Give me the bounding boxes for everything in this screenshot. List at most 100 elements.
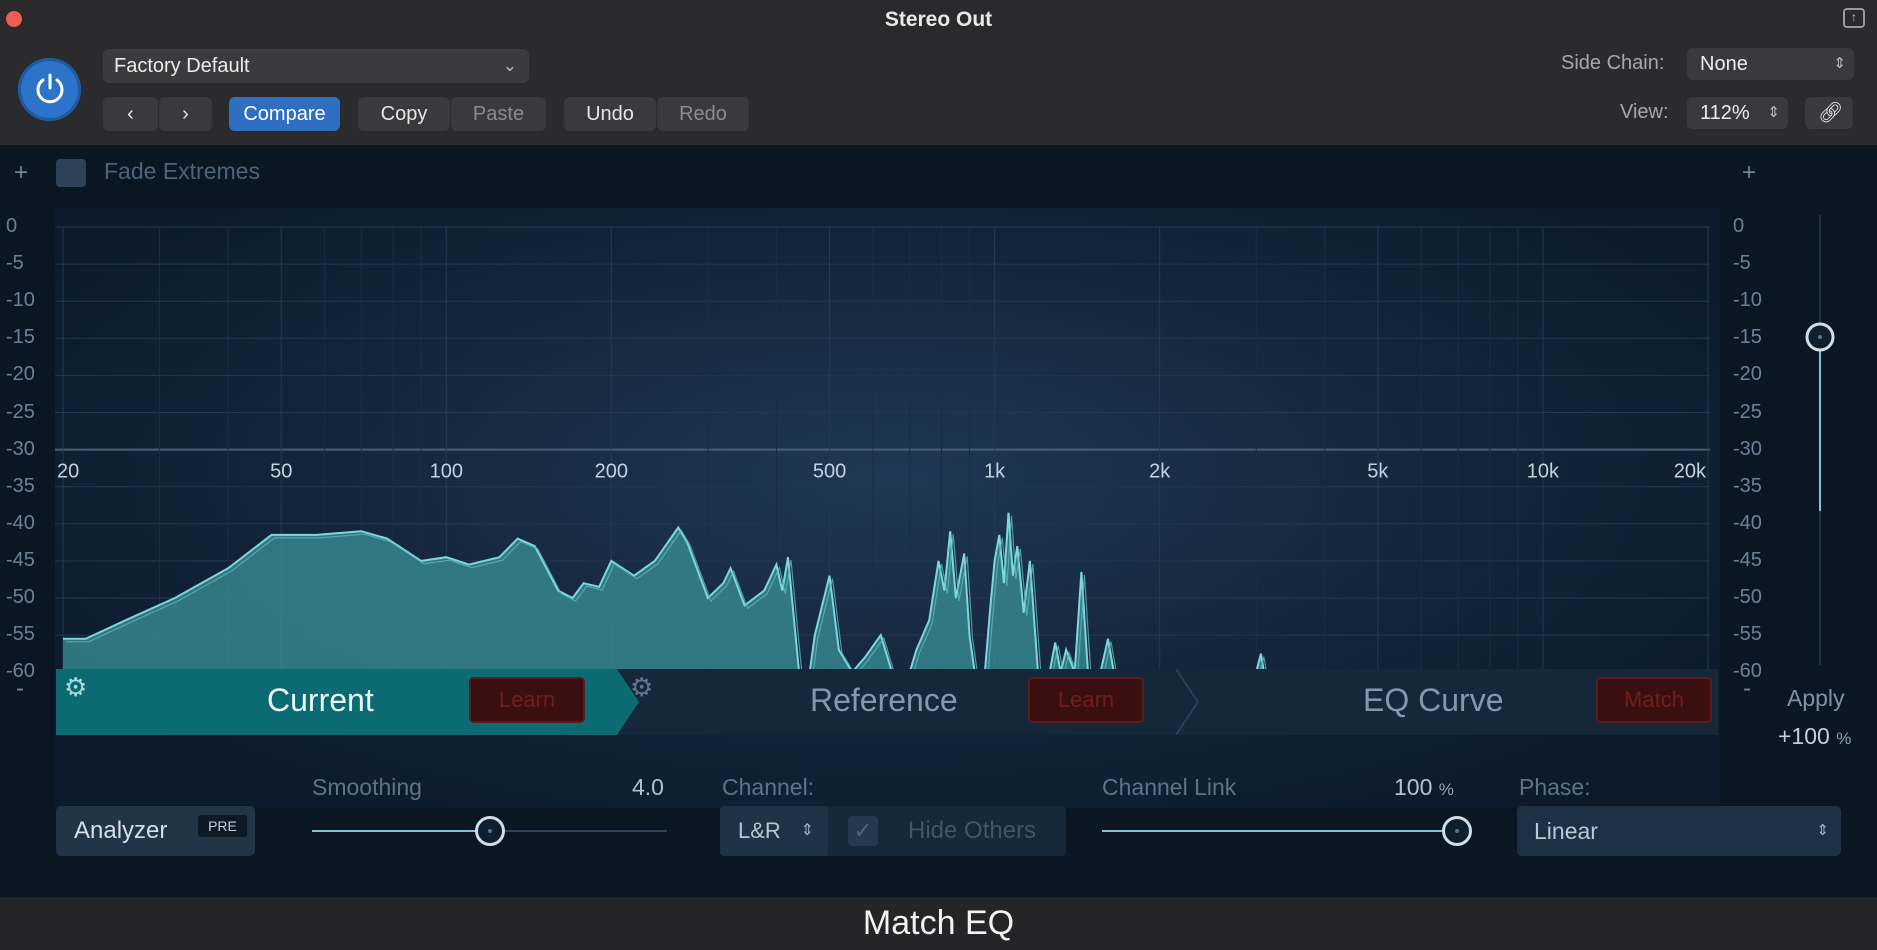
db-tick-label: -45 xyxy=(1733,548,1762,571)
spectrum-graph[interactable]: 20 50 100 200 500 1k 2k 5k 10k 20k xyxy=(55,215,1720,670)
analyzer-label: Analyzer xyxy=(74,817,168,844)
channel-link-label: Channel Link xyxy=(1102,774,1237,800)
db-tick-label: -55 xyxy=(6,623,35,646)
frequency-tick-label: 10k xyxy=(1527,461,1560,483)
up-down-chevron-icon: ⇕ xyxy=(1833,55,1846,72)
detach-icon[interactable]: ↑ xyxy=(1843,8,1865,28)
smoothing-slider-fill xyxy=(312,830,490,832)
match-button[interactable]: Match xyxy=(1596,677,1712,723)
db-tick-label: -60 xyxy=(6,660,35,683)
view-zoom-select[interactable]: 112% ⇕ xyxy=(1687,97,1788,129)
next-preset-button[interactable]: › xyxy=(159,97,212,131)
db-tick-label: -15 xyxy=(6,326,35,349)
preset-dropdown[interactable]: Factory Default ⌄ xyxy=(103,49,529,83)
tab-separator-arrow xyxy=(1176,669,1200,735)
db-tick-label: -40 xyxy=(1733,511,1762,534)
frequency-tick-label: 5k xyxy=(1367,461,1389,483)
channel-link-value: 100 xyxy=(1394,774,1433,800)
link-button[interactable]: 🔗︎ xyxy=(1805,97,1853,129)
db-tick-label: -5 xyxy=(1733,252,1751,275)
db-tick-label: -50 xyxy=(6,586,35,608)
analyzer-button[interactable]: Analyzer PRE xyxy=(56,806,255,856)
fade-extremes-checkbox[interactable] xyxy=(56,159,86,187)
side-chain-value: None xyxy=(1700,53,1748,75)
preset-name: Factory Default xyxy=(114,55,250,77)
chevron-down-icon: ⌄ xyxy=(502,56,517,75)
analyzer-mode-badge[interactable]: PRE xyxy=(198,815,247,837)
db-tick-label: -20 xyxy=(1733,363,1762,386)
channel-link-unit: % xyxy=(1438,780,1454,799)
checkmark-icon: ✓ xyxy=(853,818,873,843)
frequency-tick-label: 500 xyxy=(813,461,846,483)
reference-learn-button[interactable]: Learn xyxy=(1028,677,1144,723)
tab-eq-curve[interactable]: EQ Curve xyxy=(1363,682,1503,719)
db-tick-label: -45 xyxy=(6,548,35,571)
smoothing-value: 4.0 xyxy=(632,774,664,800)
db-tick-label: -25 xyxy=(1733,400,1762,423)
plugin-header: Factory Default ⌄ ‹ › Compare Copy Paste… xyxy=(0,40,1877,145)
db-tick-label: -30 xyxy=(6,437,35,460)
frequency-tick-label: 100 xyxy=(430,461,463,483)
channel-select[interactable]: L&R ⇕ xyxy=(720,806,828,856)
channel-link-slider-fill xyxy=(1102,830,1457,832)
apply-slider[interactable] xyxy=(1800,215,1840,665)
db-tick-label: -25 xyxy=(6,400,35,423)
db-tick-label: -40 xyxy=(6,511,35,534)
frequency-tick-label: 50 xyxy=(270,461,292,483)
db-tick-label: -15 xyxy=(1733,326,1762,349)
current-settings-gear-icon[interactable]: ⚙ xyxy=(64,672,87,703)
zoom-in-right-button[interactable]: + xyxy=(1742,159,1756,187)
link-icon: 🔗︎ xyxy=(1818,102,1844,124)
up-down-chevron-icon: ⇕ xyxy=(800,822,814,839)
view-tabs: ⚙ Current Learn ⚙ Reference Learn EQ Cur… xyxy=(56,669,1718,735)
db-tick-label: -10 xyxy=(6,289,35,312)
apply-unit: % xyxy=(1836,729,1852,748)
frequency-axis: 20 50 100 200 500 1k 2k 5k 10k 20k xyxy=(57,461,1707,483)
compare-button[interactable]: Compare xyxy=(229,97,340,131)
channel-value: L&R xyxy=(738,818,781,843)
channel-controls: L&R ⇕ ✓ Hide Others xyxy=(720,806,1066,856)
view-label: View: xyxy=(1620,101,1669,123)
side-chain-label: Side Chain: xyxy=(1561,52,1665,74)
phase-label: Phase: xyxy=(1519,774,1591,800)
previous-preset-button[interactable]: ‹ xyxy=(103,97,158,131)
apply-value: +100 xyxy=(1778,723,1830,749)
phase-select[interactable]: Linear ⇕ xyxy=(1517,806,1841,856)
frequency-tick-label: 1k xyxy=(984,461,1006,483)
db-tick-label: -60 xyxy=(1733,660,1762,683)
db-tick-label: -55 xyxy=(1733,623,1762,646)
up-down-chevron-icon: ⇕ xyxy=(1767,104,1780,121)
channel-link-value-readout: 100 % xyxy=(1394,774,1454,801)
db-tick-label: 0 xyxy=(6,215,18,237)
channel-link-slider-knob[interactable] xyxy=(1442,816,1472,846)
side-chain-select[interactable]: None ⇕ xyxy=(1687,48,1854,80)
title-bar: Stereo Out ↑ xyxy=(0,0,1877,40)
tab-reference[interactable]: Reference xyxy=(810,682,958,719)
chevron-left-icon: ‹ xyxy=(127,103,134,125)
frequency-tick-label: 20k xyxy=(1674,461,1707,483)
frequency-tick-label: 20 xyxy=(57,461,79,483)
tab-current-label: Current xyxy=(267,682,374,718)
apply-label: Apply xyxy=(1787,685,1845,711)
smoothing-label: Smoothing xyxy=(312,774,422,800)
up-down-chevron-icon: ⇕ xyxy=(1816,822,1829,839)
current-learn-button[interactable]: Learn xyxy=(469,677,585,723)
db-tick-label: 0 xyxy=(1733,215,1745,237)
phase-value: Linear xyxy=(1534,818,1598,844)
undo-button[interactable]: Undo xyxy=(564,97,656,131)
redo-button[interactable]: Redo xyxy=(657,97,749,131)
smoothing-slider-knob[interactable] xyxy=(474,816,505,846)
hide-others-checkbox[interactable]: ✓ xyxy=(848,816,878,846)
db-tick-label: -20 xyxy=(6,363,35,386)
zoom-in-left-button[interactable]: + xyxy=(14,159,28,187)
reference-settings-gear-icon[interactable]: ⚙ xyxy=(630,672,653,703)
db-tick-label: -10 xyxy=(1733,289,1762,312)
view-zoom-value: 112% xyxy=(1700,102,1750,124)
paste-button[interactable]: Paste xyxy=(451,97,546,131)
copy-button[interactable]: Copy xyxy=(358,97,450,131)
power-button[interactable] xyxy=(18,58,81,121)
plugin-body: + + - - Fade Extremes 0 -5 -10 -15 -20 -25 -30… xyxy=(0,145,1877,897)
db-tick-label: -35 xyxy=(1733,474,1762,497)
fade-extremes-label: Fade Extremes xyxy=(104,158,260,184)
plugin-name-footer: Match EQ xyxy=(0,897,1877,950)
